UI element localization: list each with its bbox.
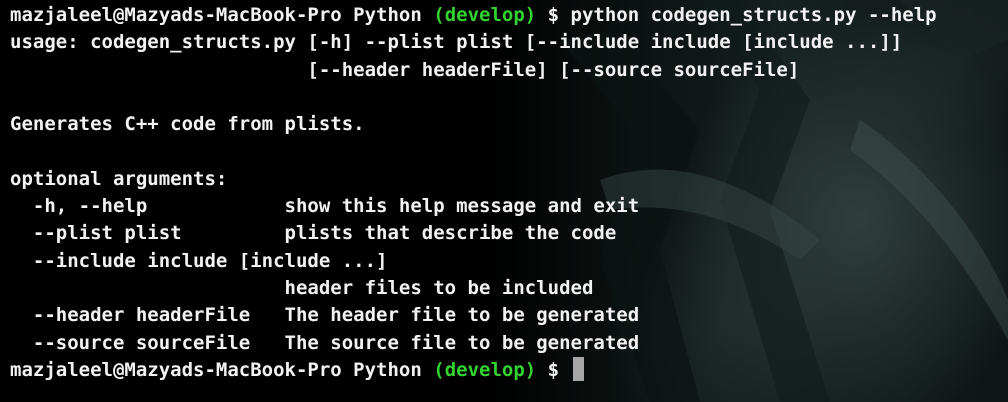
options-heading: optional arguments: xyxy=(10,167,228,190)
description-line: Generates C++ code from plists. xyxy=(10,113,365,136)
active-prompt-line[interactable]: mazjaleel@Mazyads-MacBook-Pro Python (de… xyxy=(10,356,937,384)
usage-line: usage: codegen_structs.py [-h] --plist p… xyxy=(10,31,903,54)
prompt-symbol: $ xyxy=(536,4,571,26)
prompt-branch: (develop) xyxy=(433,358,537,381)
option-plist: --plist plist plists that describe the c… xyxy=(10,222,617,245)
prompt-user-host: mazjaleel@Mazyads-MacBook-Pro Python xyxy=(10,4,434,26)
option-source: --source sourceFile The source file to b… xyxy=(10,331,640,354)
prompt-user-host: mazjaleel@Mazyads-MacBook-Pro Python xyxy=(10,358,434,381)
terminal-output: mazjaleel@Mazyads-MacBook-Pro Python (de… xyxy=(10,2,937,384)
usage-line-continuation: [--header headerFile] [--source sourceFi… xyxy=(10,58,800,81)
prompt-line: mazjaleel@Mazyads-MacBook-Pro Python (de… xyxy=(10,2,937,29)
prompt-symbol: $ xyxy=(536,358,571,381)
prompt-branch: (develop) xyxy=(433,4,537,26)
command-text: python codegen_structs.py --help xyxy=(570,4,937,26)
terminal-window[interactable]: mazjaleel@Mazyads-MacBook-Pro Python (de… xyxy=(0,0,1008,402)
option-help: -h, --help show this help message and ex… xyxy=(10,195,640,218)
option-header: --header headerFile The header file to b… xyxy=(10,304,640,327)
option-include-description: header files to be included xyxy=(10,276,594,299)
option-include: --include include [include ...] xyxy=(10,249,388,272)
text-cursor[interactable] xyxy=(572,356,584,381)
